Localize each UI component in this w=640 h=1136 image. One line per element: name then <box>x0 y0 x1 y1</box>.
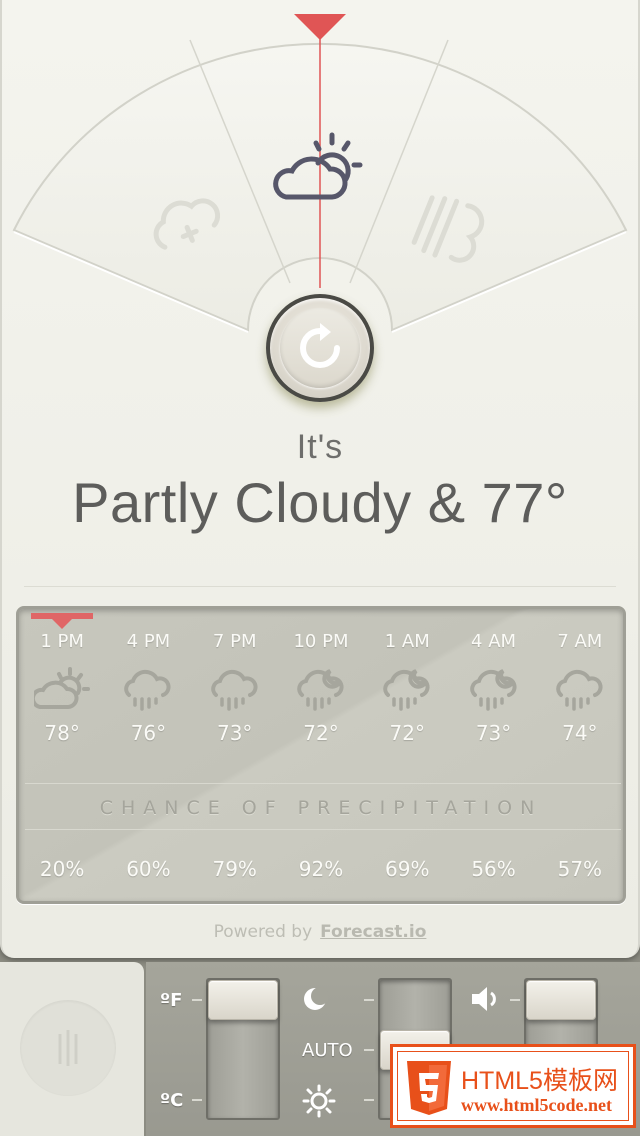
hour-temp: 74° <box>562 721 598 745</box>
powered-by: Powered by Forecast.io <box>0 922 640 942</box>
sound-toggle-knob[interactable] <box>526 980 596 1020</box>
unit-toggle-knob[interactable] <box>208 980 278 1020</box>
hour-time: 4 AM <box>471 631 517 652</box>
precipitation-value: 79% <box>212 857 257 881</box>
tick <box>364 999 374 1001</box>
precipitation-label: CHANCE OF PRECIPITATION <box>99 797 543 819</box>
sun-icon <box>302 1084 336 1118</box>
watermark-title: HTML5模板网 <box>461 1067 618 1095</box>
precipitation-value: 92% <box>298 857 344 881</box>
hour-time: 7 AM <box>557 631 603 652</box>
night-rain-icon <box>450 659 536 721</box>
hour-temp: 76° <box>130 721 167 745</box>
moon-icon <box>304 987 328 1010</box>
panel-divider-bottom <box>25 829 621 830</box>
panel-divider-top <box>25 783 621 784</box>
summary-prefix: It's <box>296 428 344 466</box>
night-rain-icon <box>278 659 364 721</box>
rain-icon <box>105 659 191 721</box>
hour-time: 1 PM <box>40 631 84 652</box>
dial-pointer <box>294 14 346 40</box>
html5-logo-icon <box>407 1061 451 1115</box>
tick <box>510 999 520 1001</box>
precipitation-row: 20% 60% 79% 92% 69% 56% 57% <box>19 857 623 881</box>
hourly-forecast-panel[interactable]: 1 PM 78° 4 PM 76° 7 PM 73° 10 PM 72° 1 AM 72° 4 AM… <box>16 606 626 904</box>
watermark: HTML5模板网 www.html5code.net <box>390 1044 636 1128</box>
divider <box>24 586 616 587</box>
hour-time: 7 PM <box>212 631 257 652</box>
hour-time: 4 PM <box>126 631 171 652</box>
hour-column[interactable]: 4 AM 73° <box>450 631 536 745</box>
precipitation-value: 57% <box>557 857 603 881</box>
selected-hour-marker-arrow <box>52 619 72 629</box>
unit-fahrenheit-label: ºF <box>160 990 183 1011</box>
tick <box>192 1099 202 1101</box>
rain-icon <box>537 659 623 721</box>
partly-cloudy-icon <box>19 659 105 721</box>
powered-by-text: Powered by <box>213 922 313 942</box>
hour-temp: 72° <box>389 721 425 745</box>
hour-column[interactable]: 10 PM 72° <box>278 631 364 745</box>
hourly-columns: 1 PM 78° 4 PM 76° 7 PM 73° 10 PM 72° 1 AM 72° 4 AM… <box>19 631 623 745</box>
speaker-icon <box>472 987 496 1011</box>
menu-button[interactable] <box>20 1000 116 1096</box>
refresh-icon <box>300 323 340 368</box>
tick <box>192 999 202 1001</box>
current-conditions: Partly Cloudy & 77° <box>72 471 568 534</box>
precipitation-value: 20% <box>39 857 85 881</box>
hour-temp: 73° <box>216 721 253 745</box>
hour-time: 1 AM <box>384 631 430 652</box>
hour-time: 10 PM <box>293 631 349 652</box>
forecast-io-link[interactable]: Forecast.io <box>320 922 426 942</box>
watermark-url: www.html5code.net <box>461 1095 612 1115</box>
hour-temp: 73° <box>475 721 512 745</box>
hour-column[interactable]: 7 AM 74° <box>537 631 623 745</box>
hour-temp: 72° <box>303 721 339 745</box>
refresh-button[interactable] <box>266 294 374 402</box>
precipitation-value: 60% <box>126 857 171 881</box>
hour-column[interactable]: 7 PM 73° <box>192 631 278 745</box>
unit-celsius-label: ºC <box>160 1090 184 1111</box>
menu-lines-icon <box>58 1030 78 1066</box>
tick <box>364 1049 374 1051</box>
precipitation-value: 69% <box>385 857 430 881</box>
precipitation-value: 56% <box>471 857 516 881</box>
mode-auto-label: AUTO <box>302 1040 353 1061</box>
hour-column[interactable]: 4 PM 76° <box>105 631 191 745</box>
night-rain-icon <box>364 659 450 721</box>
hour-column[interactable]: 1 PM 78° <box>19 631 105 745</box>
rain-icon <box>192 659 278 721</box>
hour-temp: 78° <box>44 721 80 745</box>
hour-column[interactable]: 1 AM 72° <box>364 631 450 745</box>
tick <box>364 1099 374 1101</box>
